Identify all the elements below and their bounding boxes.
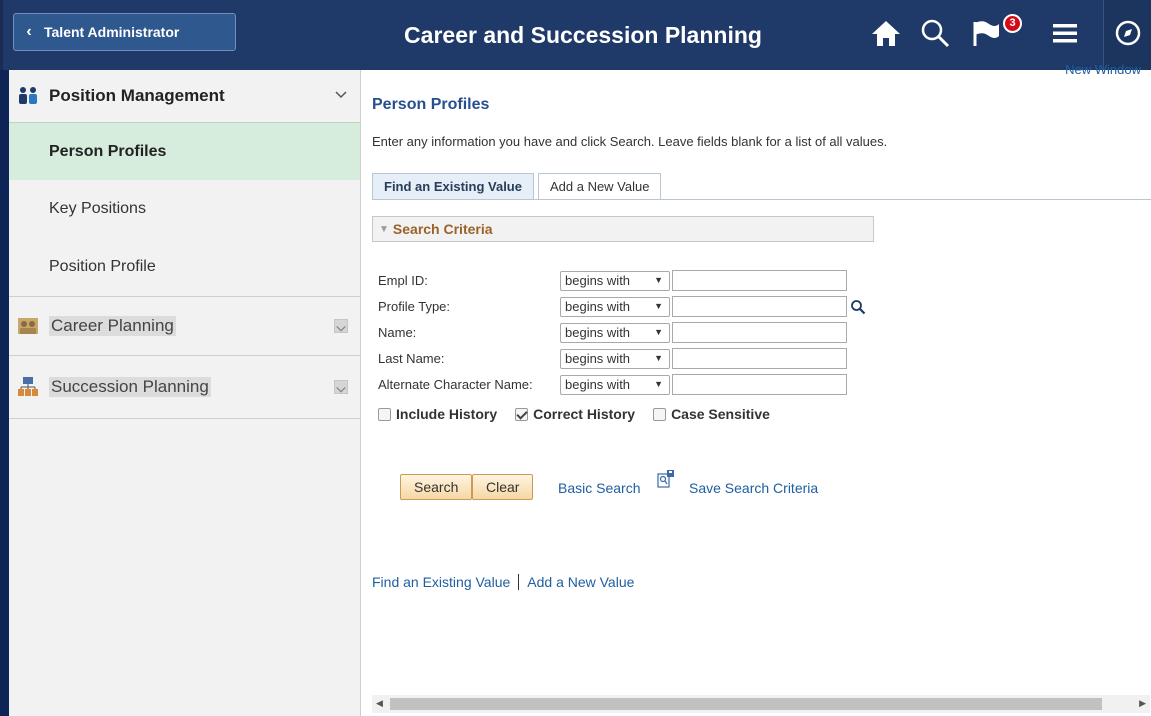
find-existing-value-link[interactable]: Find an Existing Value <box>372 574 510 590</box>
clear-button[interactable]: Clear <box>472 474 534 500</box>
search-options: Include History Correct History Case Sen… <box>378 406 788 422</box>
chevron-left-icon: ‹ <box>26 23 32 40</box>
field-row-empl-id: Empl ID: begins with ▼ <box>378 270 847 291</box>
notifications-flag-icon[interactable] <box>969 16 1003 50</box>
alternate-name-operator-select[interactable]: begins with ▼ <box>560 374 670 395</box>
succession-planning-icon <box>17 377 39 397</box>
checkbox-box[interactable] <box>378 407 391 421</box>
nav-group-label: Succession Planning <box>49 377 211 397</box>
alternate-name-input[interactable] <box>672 374 847 395</box>
save-search-criteria-link[interactable]: Save Search Criteria <box>689 480 818 496</box>
dropdown-arrow-icon: ▼ <box>654 274 663 285</box>
search-button[interactable]: Search <box>400 474 473 500</box>
field-row-name: Name: begins with ▼ <box>378 322 847 343</box>
field-row-last-name: Last Name: begins with ▼ <box>378 348 847 369</box>
page-title: Person Profiles <box>372 96 490 113</box>
career-planning-icon <box>17 316 39 336</box>
back-button-label: Talent Administrator <box>44 24 180 40</box>
profile-type-operator-select[interactable]: begins with ▼ <box>560 296 670 317</box>
correct-history-checkbox[interactable]: Correct History <box>515 406 635 422</box>
left-navigation: Position Management Person Profiles Key … <box>0 70 361 716</box>
chevron-down-icon[interactable] <box>334 319 348 333</box>
checkbox-box[interactable] <box>653 407 667 421</box>
checkbox-box[interactable] <box>515 407 529 421</box>
bottom-links: Find an Existing Value Add a New Value <box>372 574 634 590</box>
nav-divider <box>9 418 360 419</box>
main-content: New Window Person Profiles Enter any inf… <box>362 62 1151 716</box>
field-label: Profile Type: <box>378 299 451 314</box>
empl-id-operator-select[interactable]: begins with ▼ <box>560 270 670 291</box>
search-icon[interactable] <box>918 16 952 50</box>
nav-item-position-profile[interactable]: Position Profile <box>9 238 360 296</box>
notification-badge: 3 <box>1003 14 1022 33</box>
menu-icon[interactable] <box>1048 16 1082 50</box>
dropdown-arrow-icon: ▼ <box>654 300 663 311</box>
instructions-text: Enter any information you have and click… <box>372 134 888 149</box>
back-button[interactable]: ‹ Talent Administrator <box>13 13 236 51</box>
last-name-input[interactable] <box>672 348 847 369</box>
nav-group-label: Position Management <box>49 86 225 105</box>
search-tabs: Find an Existing Value Add a New Value <box>372 173 665 199</box>
tab-underline <box>372 199 1151 200</box>
profile-type-input[interactable] <box>672 296 847 317</box>
field-row-alternate-character-name: Alternate Character Name: begins with ▼ <box>378 374 847 395</box>
horizontal-scrollbar[interactable]: ◀ ▶ <box>372 695 1150 713</box>
name-input[interactable] <box>672 322 847 343</box>
collapse-triangle-icon: ▼ <box>379 223 389 235</box>
field-row-profile-type: Profile Type: begins with ▼ <box>378 296 866 317</box>
field-label: Name: <box>378 325 417 340</box>
dropdown-arrow-icon: ▼ <box>654 326 663 337</box>
page-header-title: Career and Succession Planning <box>404 21 762 48</box>
home-icon[interactable] <box>869 16 903 50</box>
lookup-search-icon[interactable] <box>850 299 866 315</box>
new-window-link[interactable]: New Window <box>1065 62 1141 77</box>
checkbox-label: Case Sensitive <box>671 406 770 422</box>
basic-search-link[interactable]: Basic Search <box>558 480 640 496</box>
dropdown-arrow-icon: ▼ <box>654 352 663 363</box>
checkbox-label: Correct History <box>533 406 636 422</box>
include-history-checkbox[interactable]: Include History <box>378 406 497 422</box>
name-operator-select[interactable]: begins with ▼ <box>560 322 670 343</box>
checkbox-label: Include History <box>396 406 498 422</box>
nav-group-succession-planning[interactable]: Succession Planning <box>9 356 360 418</box>
tab-find-existing-value[interactable]: Find an Existing Value <box>372 173 534 199</box>
scrollbar-thumb[interactable] <box>390 698 1102 710</box>
search-criteria-header[interactable]: ▼ Search Criteria <box>372 216 874 242</box>
case-sensitive-checkbox[interactable]: Case Sensitive <box>653 406 770 422</box>
field-label: Alternate Character Name: <box>378 377 533 392</box>
nav-group-label: Career Planning <box>49 316 176 336</box>
nav-item-key-positions[interactable]: Key Positions <box>9 180 360 238</box>
empl-id-input[interactable] <box>672 270 847 291</box>
last-name-operator-select[interactable]: begins with ▼ <box>560 348 670 369</box>
app-header: ‹ Talent Administrator Career and Succes… <box>0 0 1151 70</box>
chevron-down-icon[interactable] <box>334 87 348 101</box>
nav-item-person-profiles[interactable]: Person Profiles <box>9 122 360 180</box>
navbar-compass-icon[interactable] <box>1111 16 1145 50</box>
nav-group-position-management[interactable]: Position Management <box>9 70 360 122</box>
tab-add-new-value[interactable]: Add a New Value <box>537 173 662 199</box>
search-criteria-title: Search Criteria <box>392 221 493 237</box>
add-new-value-link[interactable]: Add a New Value <box>527 574 634 590</box>
people-icon <box>17 86 39 106</box>
nav-group-career-planning[interactable]: Career Planning <box>9 297 360 355</box>
field-label: Empl ID: <box>378 273 428 288</box>
chevron-down-icon[interactable] <box>334 380 348 394</box>
scroll-left-arrow-icon[interactable]: ◀ <box>376 698 383 709</box>
save-search-icon[interactable] <box>656 469 676 489</box>
field-label: Last Name: <box>378 351 445 366</box>
scroll-right-arrow-icon[interactable]: ▶ <box>1139 698 1146 709</box>
dropdown-arrow-icon: ▼ <box>654 378 663 389</box>
link-separator <box>518 574 520 590</box>
